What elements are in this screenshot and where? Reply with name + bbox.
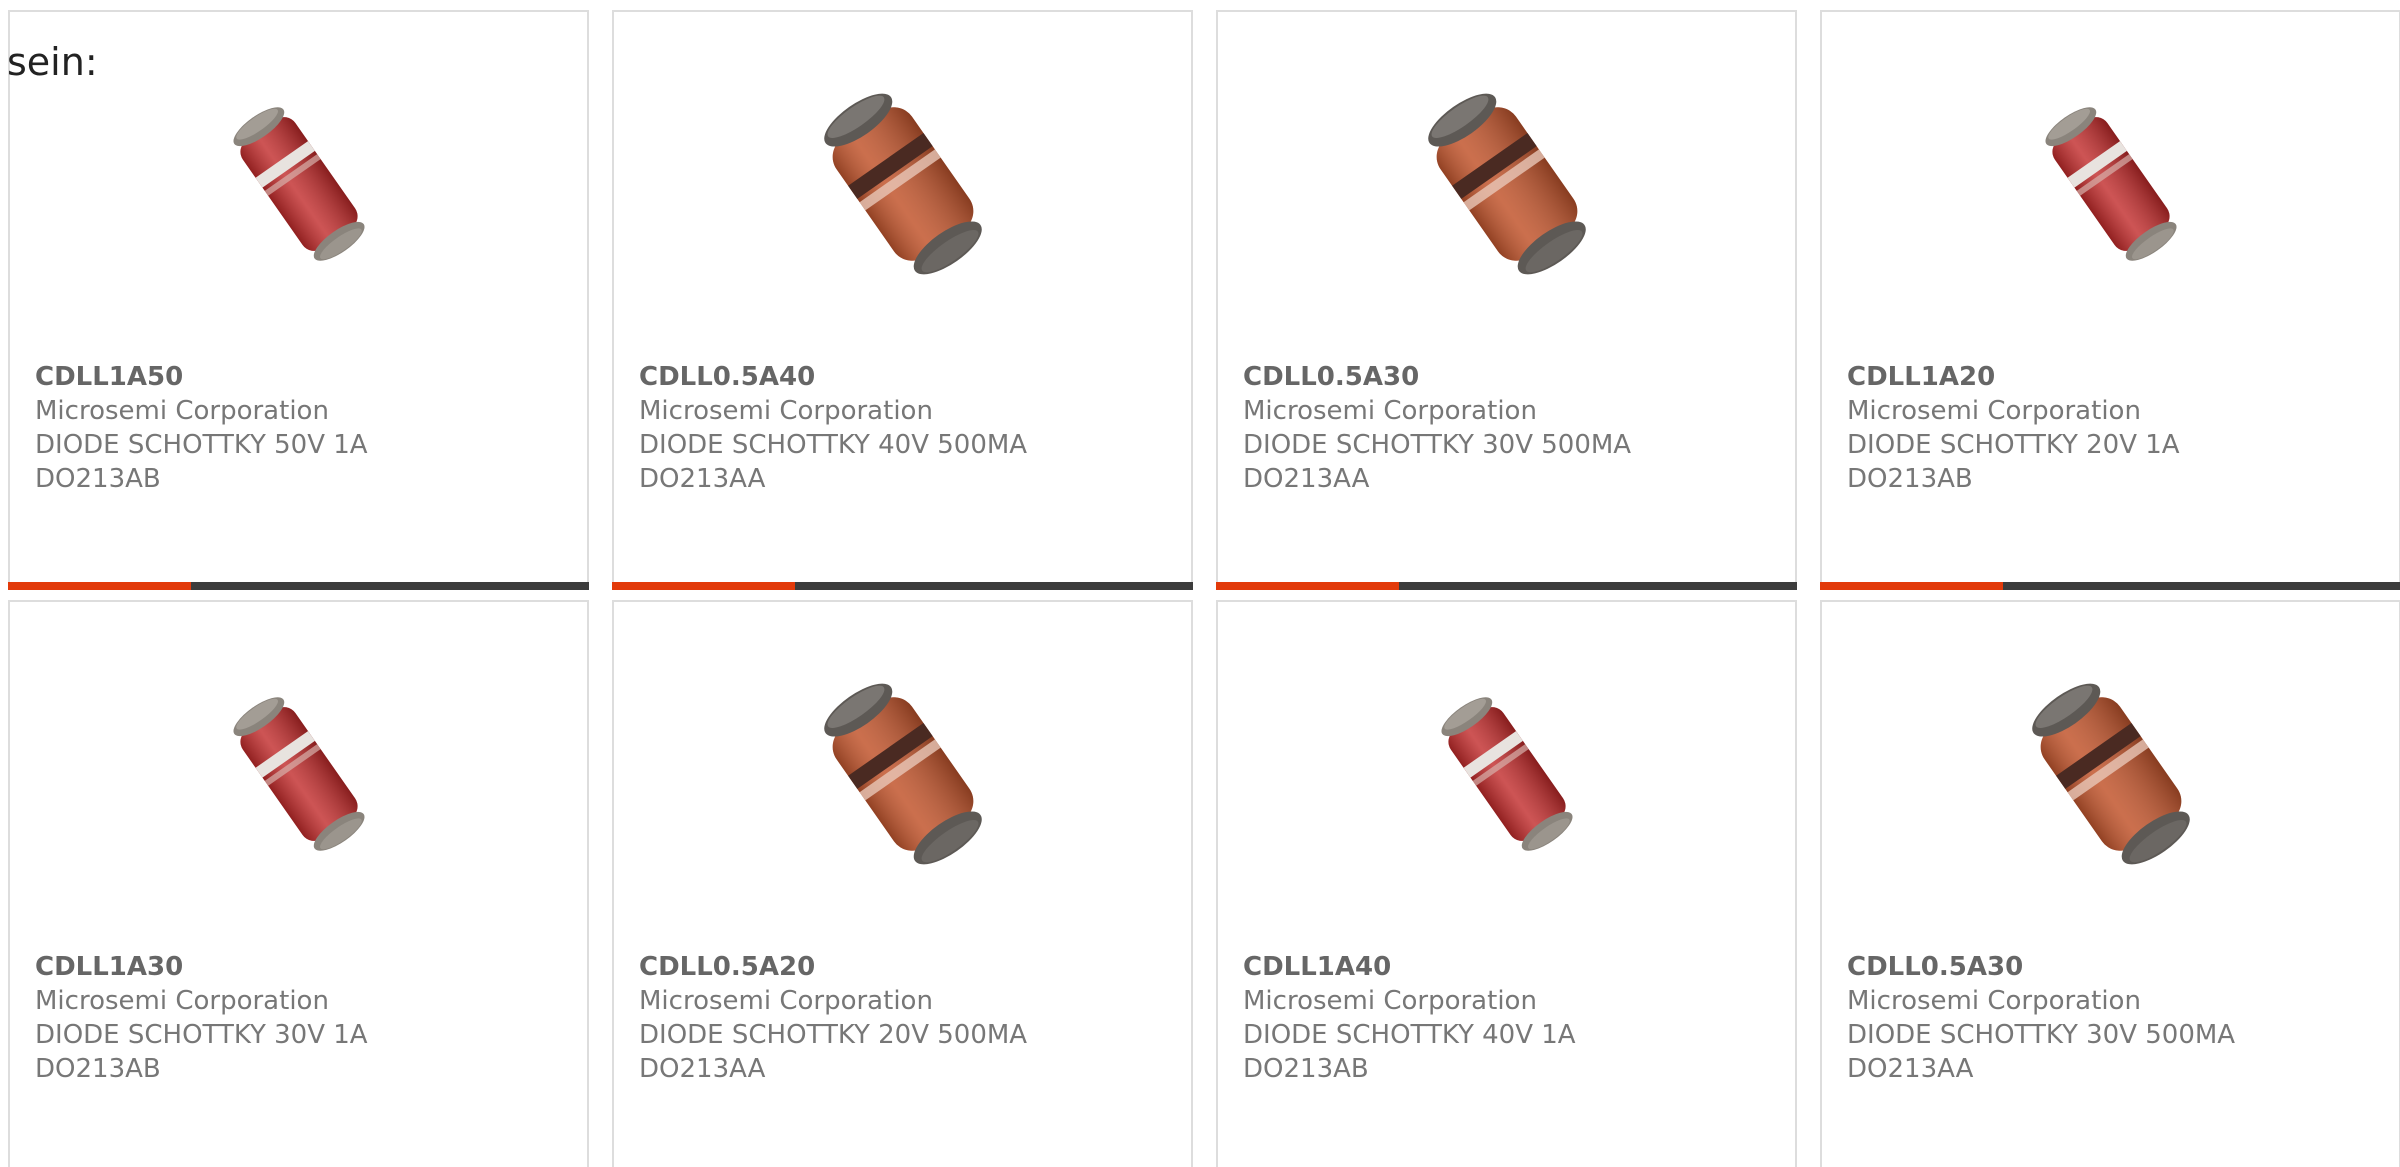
product-package: DO213AB <box>1243 1054 1369 1084</box>
product-part-number[interactable]: CDLL1A30 <box>35 950 368 984</box>
product-package: DO213AA <box>1847 1054 1974 1084</box>
product-description: DIODE SCHOTTKY 40V 1A <box>1243 1020 1576 1050</box>
product-info: CDLL0.5A40 Microsemi Corporation DIODE SCH… <box>639 360 1027 496</box>
product-part-number[interactable]: CDLL1A40 <box>1243 950 1576 984</box>
product-image[interactable] <box>197 82 401 286</box>
product-info: CDLL1A40 Microsemi Corporation DIODE SCHOT… <box>1243 950 1576 1086</box>
product-manufacturer: Microsemi Corporation <box>1847 986 2141 1016</box>
product-part-number[interactable]: CDLL0.5A40 <box>639 360 1027 394</box>
product-image[interactable] <box>801 672 1005 876</box>
product-package: DO213AA <box>639 1054 766 1084</box>
product-info: CDLL1A20 Microsemi Corporation DIODE SCHOT… <box>1847 360 2180 496</box>
product-manufacturer: Microsemi Corporation <box>1243 986 1537 1016</box>
product-card[interactable]: CDLL0.5A40 Microsemi Corporation DIODE SCH… <box>612 10 1193 590</box>
product-description: DIODE SCHOTTKY 30V 500MA <box>1847 1020 2236 1050</box>
product-manufacturer: Microsemi Corporation <box>639 396 933 426</box>
product-package: DO213AA <box>1243 464 1370 494</box>
product-description: DIODE SCHOTTKY 50V 1A <box>35 430 368 460</box>
product-description: DIODE SCHOTTKY 20V 500MA <box>639 1020 1028 1050</box>
product-manufacturer: Microsemi Corporation <box>35 986 329 1016</box>
product-grid: CDLL1A50 Microsemi Corporation DIODE SCHOT… <box>0 0 2400 1167</box>
product-description: DIODE SCHOTTKY 30V 1A <box>35 1020 368 1050</box>
product-part-number[interactable]: CDLL0.5A20 <box>639 950 1027 984</box>
card-accent-bar <box>8 582 191 590</box>
card-bottom-bar <box>1216 582 1797 590</box>
card-accent-bar <box>1820 582 2003 590</box>
product-part-number[interactable]: CDLL1A50 <box>35 360 368 394</box>
product-info: CDLL1A30 Microsemi Corporation DIODE SCHOT… <box>35 950 368 1086</box>
product-card[interactable]: CDLL0.5A30 Microsemi Corporation DIODE SCH… <box>1216 10 1797 590</box>
product-manufacturer: Microsemi Corporation <box>1243 396 1537 426</box>
product-image[interactable] <box>1405 672 1609 876</box>
product-info: CDLL0.5A30 Microsemi Corporation DIODE SCH… <box>1243 360 1631 496</box>
card-bottom-bar <box>612 582 1193 590</box>
product-image[interactable] <box>197 672 401 876</box>
product-package: DO213AB <box>35 464 161 494</box>
product-description: DIODE SCHOTTKY 40V 500MA <box>639 430 1028 460</box>
product-image[interactable] <box>1405 82 1609 286</box>
product-manufacturer: Microsemi Corporation <box>639 986 933 1016</box>
card-accent-bar <box>612 582 795 590</box>
product-info: CDLL1A50 Microsemi Corporation DIODE SCHOT… <box>35 360 368 496</box>
product-card[interactable]: CDLL0.5A20 Microsemi Corporation DIODE SCH… <box>612 600 1193 1167</box>
product-manufacturer: Microsemi Corporation <box>1847 396 2141 426</box>
product-info: CDLL0.5A30 Microsemi Corporation DIODE SCH… <box>1847 950 2235 1086</box>
product-package: DO213AA <box>639 464 766 494</box>
product-card[interactable]: CDLL1A20 Microsemi Corporation DIODE SCHOT… <box>1820 10 2400 590</box>
product-info: CDLL0.5A20 Microsemi Corporation DIODE SCH… <box>639 950 1027 1086</box>
intro-text: sein: <box>7 40 98 84</box>
product-card[interactable]: CDLL1A30 Microsemi Corporation DIODE SCHOT… <box>8 600 589 1167</box>
card-bottom-bar <box>1820 582 2400 590</box>
product-manufacturer: Microsemi Corporation <box>35 396 329 426</box>
product-card[interactable]: CDLL1A40 Microsemi Corporation DIODE SCHOT… <box>1216 600 1797 1167</box>
product-part-number[interactable]: CDLL1A20 <box>1847 360 2180 394</box>
product-part-number[interactable]: CDLL0.5A30 <box>1243 360 1631 394</box>
card-bottom-bar <box>8 582 589 590</box>
product-card[interactable]: CDLL0.5A30 Microsemi Corporation DIODE SCH… <box>1820 600 2400 1167</box>
product-description: DIODE SCHOTTKY 20V 1A <box>1847 430 2180 460</box>
product-package: DO213AB <box>35 1054 161 1084</box>
page: sein: CDLL1A50 Microsemi Corporation DIODE… <box>0 0 2400 1167</box>
product-image[interactable] <box>2009 82 2213 286</box>
product-card[interactable]: CDLL1A50 Microsemi Corporation DIODE SCHOT… <box>8 10 589 590</box>
product-part-number[interactable]: CDLL0.5A30 <box>1847 950 2235 984</box>
card-accent-bar <box>1216 582 1399 590</box>
product-image[interactable] <box>801 82 1005 286</box>
product-description: DIODE SCHOTTKY 30V 500MA <box>1243 430 1632 460</box>
product-image[interactable] <box>2009 672 2213 876</box>
product-package: DO213AB <box>1847 464 1973 494</box>
